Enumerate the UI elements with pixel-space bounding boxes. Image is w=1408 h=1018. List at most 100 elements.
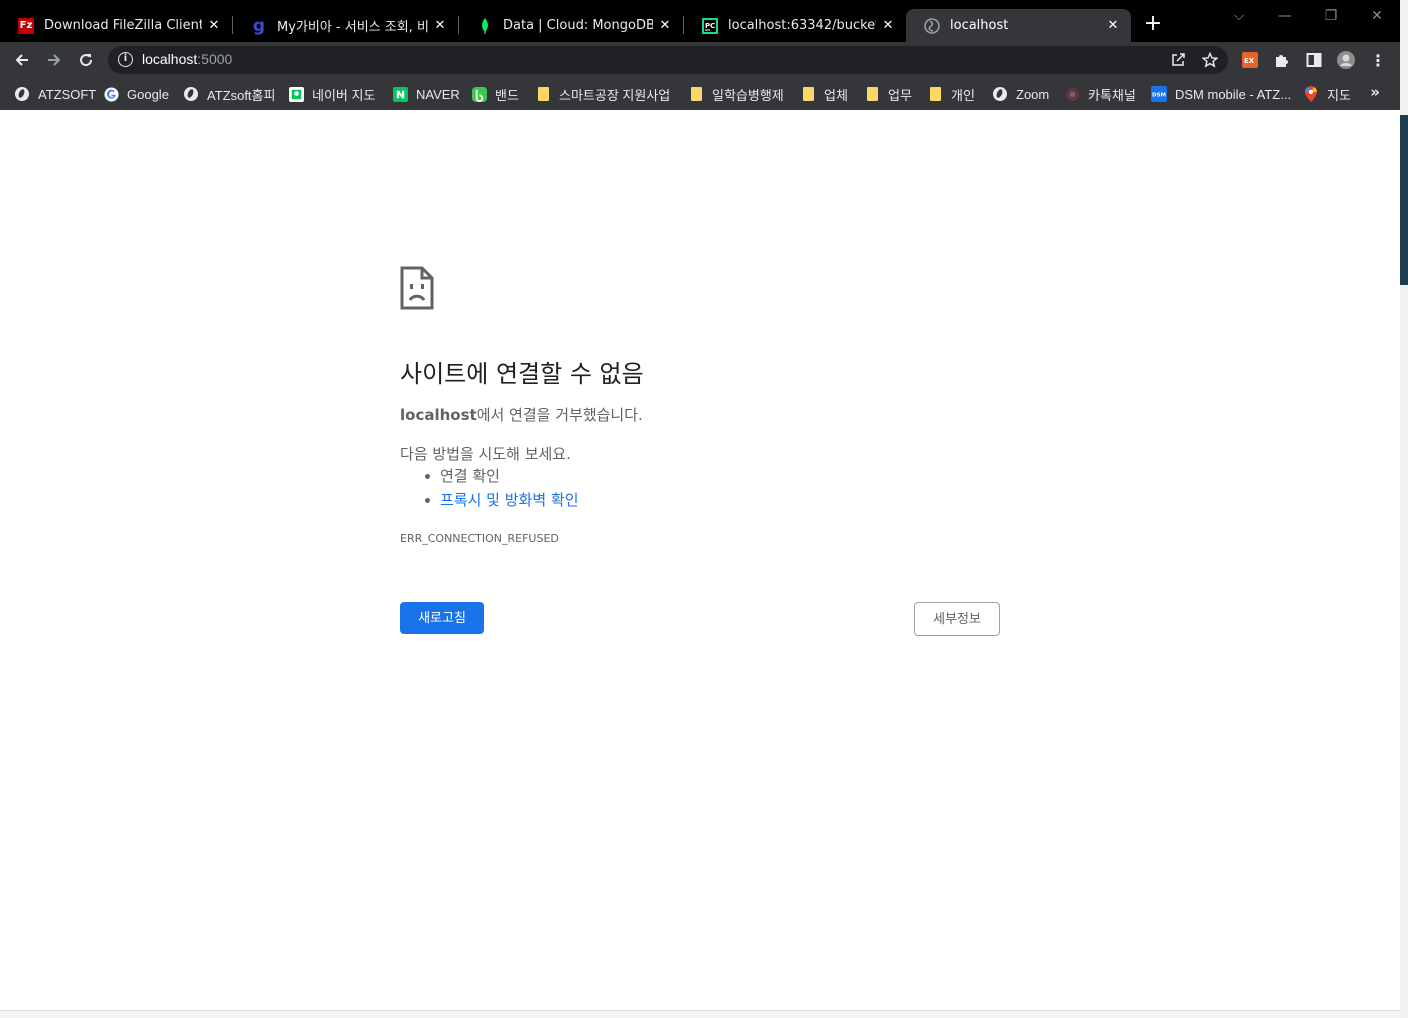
restore-icon[interactable]: ❐ xyxy=(1316,8,1346,24)
bookmark-folder[interactable]: 업체 xyxy=(800,83,848,105)
bookmark-label: 카톡채널 xyxy=(1088,87,1136,103)
bookmark-label: Zoom xyxy=(1016,86,1050,102)
naver-map-icon xyxy=(288,86,304,102)
tab-title: Download FileZilla Client for xyxy=(44,18,202,33)
profile-avatar[interactable] xyxy=(1337,51,1355,69)
tab-title: Data | Cloud: MongoDB Clou xyxy=(503,18,653,33)
mongodb-leaf-icon xyxy=(477,17,493,34)
side-panel-icon[interactable] xyxy=(1305,51,1323,69)
naver-icon xyxy=(392,86,408,102)
bookmark-item[interactable]: 지도 xyxy=(1303,83,1351,105)
address-bar[interactable]: i localhost:5000 xyxy=(108,46,1228,74)
bookmark-item[interactable]: DSM DSM mobile - ATZ... xyxy=(1151,83,1291,105)
more-bookmarks-button[interactable]: » xyxy=(1370,83,1380,101)
menu-kebab-icon[interactable]: ⋮ xyxy=(1369,51,1387,70)
proxy-firewall-link[interactable]: 프록시 및 방화벽 확인 xyxy=(425,491,579,515)
site-info-icon[interactable]: i xyxy=(118,52,133,67)
tab-title: localhost xyxy=(950,18,1009,33)
tab-pycharm[interactable]: PC localhost:63342/bucket/app.p ✕ xyxy=(684,9,906,42)
extensions-puzzle-icon[interactable] xyxy=(1273,51,1291,69)
minimize-icon[interactable]: — xyxy=(1270,8,1300,24)
globe-icon xyxy=(14,86,30,102)
new-tab-button[interactable]: + xyxy=(1141,12,1165,36)
bookmark-item[interactable]: 밴드 xyxy=(471,83,519,105)
suggestions-list: 연결 확인 프록시 및 방화벽 확인 xyxy=(425,467,579,515)
google-maps-icon xyxy=(1303,86,1319,102)
svg-text:EX: EX xyxy=(1244,57,1255,65)
bookmark-item[interactable]: Zoom xyxy=(992,83,1049,105)
bookmarks-bar: ATZSOFT Google ATZsoft홈피 네이버 지도 NAVER 밴드… xyxy=(0,78,1400,110)
bookmark-folder[interactable]: 개인 xyxy=(927,83,975,105)
extension-ex-icon[interactable]: EX xyxy=(1241,51,1259,69)
bookmark-item[interactable]: 네이버 지도 xyxy=(288,83,375,105)
bookmark-label: 네이버 지도 xyxy=(312,87,376,103)
page-content: 사이트에 연결할 수 없음 localhost에서 연결을 거부했습니다. 다음… xyxy=(0,110,1400,1010)
suggestion-item: 연결 확인 xyxy=(425,467,579,491)
bookmark-item[interactable]: NAVER xyxy=(392,83,460,105)
folder-icon xyxy=(800,86,816,102)
close-tab-icon[interactable]: ✕ xyxy=(432,18,448,33)
close-tab-icon[interactable]: ✕ xyxy=(1105,18,1121,33)
bookmark-label: 일학습병행제 xyxy=(712,87,784,103)
url-host: localhost xyxy=(142,51,198,67)
tab-search-icon[interactable]: ⌵ xyxy=(1224,8,1254,24)
bookmark-label: 지도 xyxy=(1327,87,1351,103)
tab-mongodb[interactable]: Data | Cloud: MongoDB Clou ✕ xyxy=(459,9,683,42)
close-window-icon[interactable]: ✕ xyxy=(1362,8,1392,24)
url-port: :5000 xyxy=(197,51,233,67)
reload-page-button[interactable]: 새로고침 xyxy=(400,602,484,634)
close-tab-icon[interactable]: ✕ xyxy=(206,18,222,33)
bookmark-item[interactable]: ATZsoft홈피 xyxy=(183,83,275,105)
tab-filezilla[interactable]: Fz Download FileZilla Client for ✕ xyxy=(0,9,232,42)
tab-localhost[interactable]: localhost ✕ xyxy=(906,9,1131,42)
error-description: localhost에서 연결을 거부했습니다. xyxy=(400,404,643,425)
bookmark-item[interactable]: ATZSOFT xyxy=(14,83,96,105)
bookmark-label: 밴드 xyxy=(495,87,519,103)
bookmark-item[interactable]: 카톡채널 xyxy=(1064,83,1136,105)
bookmark-label: 개인 xyxy=(951,87,975,103)
bookmark-label: 업체 xyxy=(824,87,848,103)
kakao-icon xyxy=(1064,86,1080,102)
bookmark-folder[interactable]: 일학습병행제 xyxy=(688,83,784,105)
address-url[interactable]: localhost:5000 xyxy=(142,51,232,67)
gabia-icon: g xyxy=(252,15,266,36)
bookmark-item[interactable]: Google xyxy=(103,83,169,105)
scrollbar-thumb[interactable] xyxy=(1400,115,1408,285)
dsm-icon: DSM xyxy=(1151,86,1167,102)
bookmark-label: ATZSOFT xyxy=(38,86,97,102)
tab-strip: Fz Download FileZilla Client for ✕ g My가… xyxy=(0,0,1400,42)
tab-title: My가비아 - 서비스 조회, 비용 xyxy=(277,20,428,35)
band-icon xyxy=(471,86,487,102)
details-button[interactable]: 세부정보 xyxy=(914,602,1000,636)
try-label: 다음 방법을 시도해 보세요. xyxy=(400,445,571,463)
tab-gabia[interactable]: g My가비아 - 서비스 조회, 비용 ✕ xyxy=(233,9,458,42)
error-description-text: 에서 연결을 거부했습니다. xyxy=(476,406,643,424)
bookmark-folder[interactable]: 스마트공장 지원사업 xyxy=(535,83,670,105)
tab-title: localhost:63342/bucket/app.p xyxy=(728,18,876,33)
folder-icon xyxy=(688,86,704,102)
back-button[interactable] xyxy=(10,48,34,72)
sad-page-icon xyxy=(400,266,434,310)
error-code: ERR_CONNECTION_REFUSED xyxy=(400,532,559,545)
forward-arrow-icon xyxy=(48,54,61,66)
error-title: 사이트에 연결할 수 없음 xyxy=(400,360,644,388)
globe-icon xyxy=(924,17,940,34)
reload-button[interactable] xyxy=(74,48,98,72)
bookmark-folder[interactable]: 업무 xyxy=(864,83,912,105)
back-arrow-icon xyxy=(15,54,28,66)
bookmark-star-icon[interactable] xyxy=(1201,51,1219,69)
bookmark-label: NAVER xyxy=(416,86,460,102)
browser-toolbar: i localhost:5000 EX ⋮ xyxy=(0,42,1400,78)
reload-icon xyxy=(80,54,93,67)
close-tab-icon[interactable]: ✕ xyxy=(880,18,896,33)
share-icon[interactable] xyxy=(1169,51,1187,69)
folder-icon xyxy=(864,86,880,102)
forward-button[interactable] xyxy=(42,48,66,72)
bookmark-label: ATZsoft홈피 xyxy=(207,87,276,103)
svg-text:DSM: DSM xyxy=(1152,93,1166,99)
pycharm-icon: PC xyxy=(702,17,718,34)
close-tab-icon[interactable]: ✕ xyxy=(657,18,673,33)
page-scrollbar[interactable] xyxy=(1400,0,1408,1018)
globe-icon xyxy=(183,86,199,102)
error-host: localhost xyxy=(400,406,477,424)
